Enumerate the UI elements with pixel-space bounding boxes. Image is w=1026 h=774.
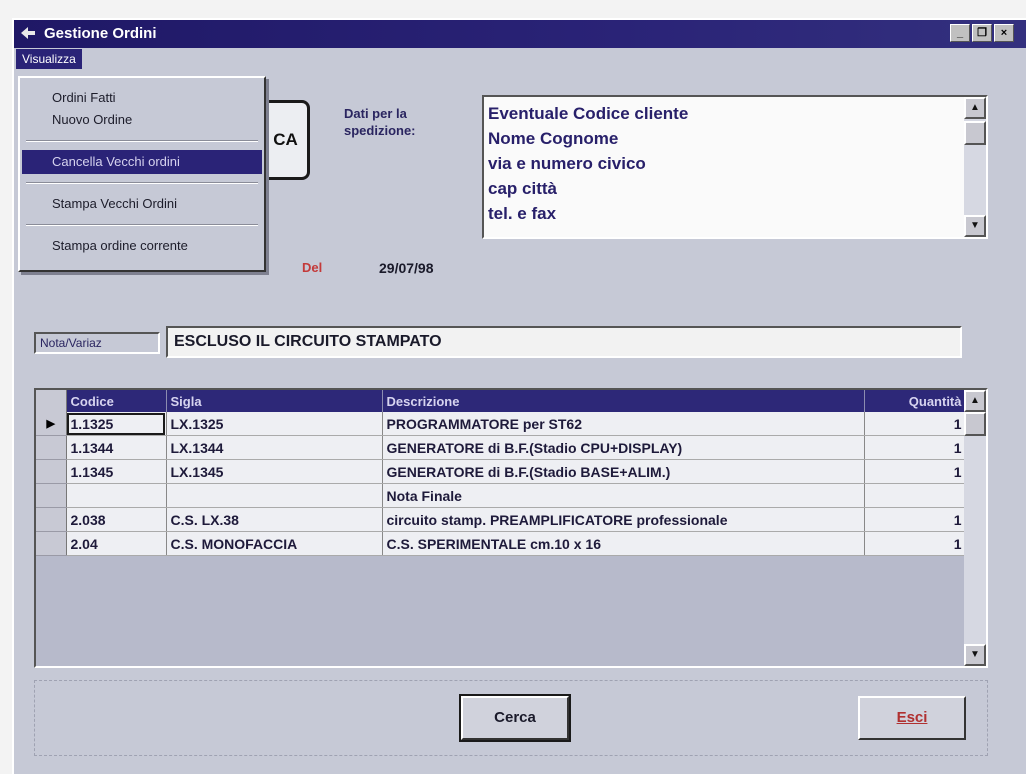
col-header-quantita[interactable]: Quantità [864, 390, 967, 412]
cell-quantita[interactable]: 1 [864, 412, 967, 436]
cell-codice[interactable] [66, 483, 167, 508]
cell-codice[interactable]: 1.1344 [66, 435, 167, 460]
shipping-textarea[interactable]: Eventuale Codice cliente Nome Cognome vi… [482, 95, 988, 239]
cell-codice[interactable]: 1.1345 [66, 459, 167, 484]
table-row[interactable]: ▶ 1.1325 LX.1325 PROGRAMMATORE per ST62 … [36, 412, 967, 436]
menu-item-ordini-fatti[interactable]: Ordini Fatti [22, 86, 262, 110]
row-selector[interactable] [36, 531, 67, 556]
table-row[interactable]: 1.1344 LX.1344 GENERATORE di B.F.(Stadio… [36, 435, 967, 460]
menu-item-stampa-ordine-corrente[interactable]: Stampa ordine corrente [22, 234, 262, 258]
shipping-line: Eventuale Codice cliente [488, 104, 689, 123]
row-selector[interactable] [36, 459, 67, 484]
cell-codice[interactable]: 2.038 [66, 507, 167, 532]
cell-sigla[interactable]: C.S. LX.38 [166, 507, 383, 532]
cell-descrizione[interactable]: circuito stamp. PREAMPLIFICATORE profess… [382, 507, 865, 532]
cell-sigla[interactable]: LX.1325 [166, 412, 383, 436]
visualizza-dropdown-menu: Ordini Fatti Nuovo Ordine Cancella Vecch… [18, 76, 266, 272]
row-selector[interactable] [36, 435, 67, 460]
cell-sigla[interactable] [166, 483, 383, 508]
cell-descrizione[interactable]: Nota Finale [382, 483, 865, 508]
table-row[interactable]: Nota Finale [36, 483, 967, 508]
table-row[interactable]: 1.1345 LX.1345 GENERATORE di B.F.(Stadio… [36, 459, 967, 484]
cerca-button[interactable]: Cerca [459, 694, 571, 742]
scroll-down-icon[interactable]: ▼ [964, 215, 986, 237]
row-pointer-icon[interactable]: ▶ [36, 412, 67, 436]
cell-descrizione[interactable]: GENERATORE di B.F.(Stadio CPU+DISPLAY) [382, 435, 865, 460]
main-window: Gestione Ordini _ ❐ × Visualizza CA Dati… [12, 18, 1026, 774]
cell-sigla[interactable]: LX.1344 [166, 435, 383, 460]
cell-quantita[interactable]: 1 [864, 459, 967, 484]
menu-separator [26, 182, 258, 184]
shipping-scrollbar[interactable]: ▲ ▼ [964, 97, 986, 237]
table-row[interactable]: 2.038 C.S. LX.38 circuito stamp. PREAMPL… [36, 507, 967, 532]
menu-item-nuovo-ordine[interactable]: Nuovo Ordine [22, 108, 262, 132]
cell-descrizione[interactable]: C.S. SPERIMENTALE cm.10 x 16 [382, 531, 865, 556]
restore-button[interactable]: ❐ [972, 24, 992, 42]
search-button-partial[interactable]: CA [264, 100, 310, 180]
menu-separator [26, 224, 258, 226]
table-row[interactable]: 2.04 C.S. MONOFACCIA C.S. SPERIMENTALE c… [36, 531, 967, 556]
date-label: Del [302, 260, 323, 275]
grid-scrollbar[interactable]: ▲ ▼ [964, 390, 986, 666]
menu-item-stampa-vecchi-ordini[interactable]: Stampa Vecchi Ordini [22, 192, 262, 216]
window-title: Gestione Ordini [44, 25, 157, 42]
note-label: Nota/Variaz [34, 332, 160, 354]
scroll-up-icon[interactable]: ▲ [964, 390, 986, 412]
menu-visualizza[interactable]: Visualizza [16, 49, 82, 69]
shipping-line: Nome Cognome [488, 129, 619, 148]
menu-item-cancella-vecchi-ordini[interactable]: Cancella Vecchi ordini [22, 150, 262, 174]
cell-sigla[interactable]: C.S. MONOFACCIA [166, 531, 383, 556]
col-header-codice[interactable]: Codice [66, 390, 167, 412]
title-bar: Gestione Ordini _ ❐ × [14, 20, 1026, 48]
shipping-line: via e numero civico [488, 154, 646, 173]
scroll-down-icon[interactable]: ▼ [964, 644, 986, 666]
cell-quantita[interactable]: 1 [864, 507, 967, 532]
order-grid[interactable]: Codice Sigla Descrizione Quantità ▶ 1.13… [34, 388, 988, 668]
cell-descrizione[interactable]: GENERATORE di B.F.(Stadio BASE+ALIM.) [382, 459, 865, 484]
col-header-selector [36, 390, 67, 412]
note-field[interactable]: ESCLUSO IL CIRCUITO STAMPATO [166, 326, 962, 358]
col-header-descrizione[interactable]: Descrizione [382, 390, 865, 412]
row-selector[interactable] [36, 483, 67, 508]
cell-quantita[interactable]: 1 [864, 435, 967, 460]
scroll-thumb[interactable] [964, 412, 986, 436]
close-button[interactable]: × [994, 24, 1014, 42]
cell-quantita[interactable] [864, 483, 967, 508]
shipping-label: Dati per la spedizione: [344, 106, 416, 138]
row-selector[interactable] [36, 507, 67, 532]
menu-separator [26, 140, 258, 142]
scroll-up-icon[interactable]: ▲ [964, 97, 986, 119]
order-date: 29/07/98 [379, 260, 434, 276]
app-icon [21, 27, 35, 39]
shipping-line: cap città [488, 179, 557, 198]
cell-sigla[interactable]: LX.1345 [166, 459, 383, 484]
esci-button[interactable]: Esci [858, 696, 966, 740]
menu-bar: Visualizza [14, 48, 1026, 70]
cell-quantita[interactable]: 1 [864, 531, 967, 556]
order-table: Codice Sigla Descrizione Quantità ▶ 1.13… [36, 390, 967, 556]
scroll-thumb[interactable] [964, 121, 986, 145]
cell-descrizione[interactable]: PROGRAMMATORE per ST62 [382, 412, 865, 436]
grid-header-row: Codice Sigla Descrizione Quantità [36, 390, 967, 412]
col-header-sigla[interactable]: Sigla [166, 390, 383, 412]
shipping-line: tel. e fax [488, 204, 557, 223]
cell-codice[interactable]: 2.04 [66, 531, 167, 556]
cell-codice[interactable]: 1.1325 [66, 412, 167, 436]
minimize-button[interactable]: _ [950, 24, 970, 42]
